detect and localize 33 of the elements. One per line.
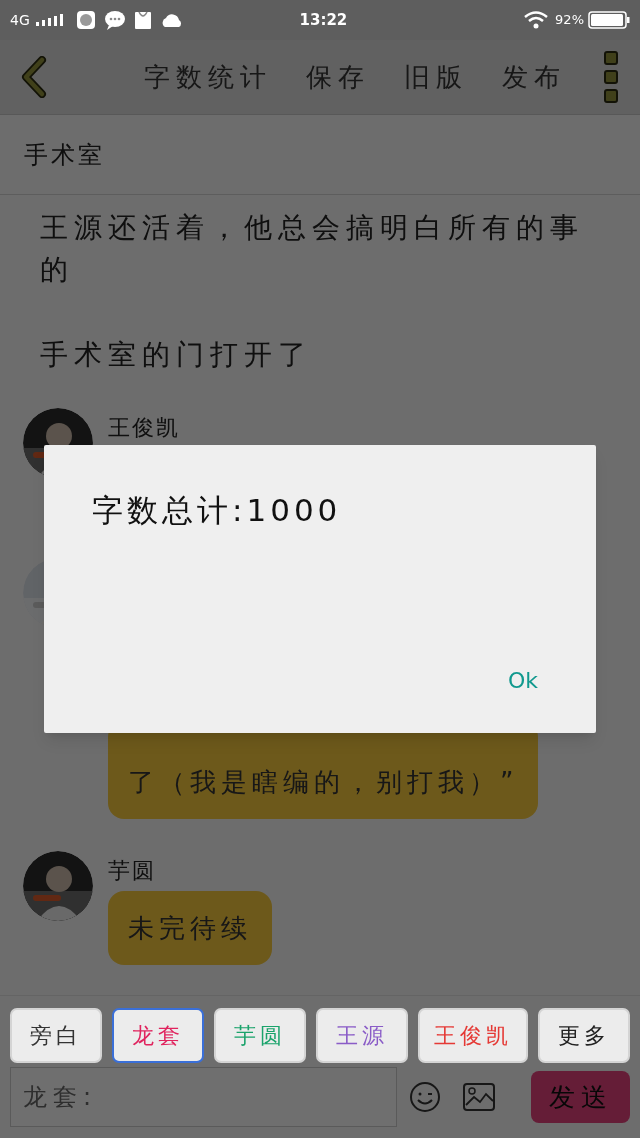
role-chip[interactable]: 旁白 <box>10 1008 102 1063</box>
chat-icon <box>103 10 126 30</box>
image-icon[interactable] <box>463 1083 495 1111</box>
message-input[interactable]: 龙套: <box>10 1067 397 1127</box>
toolbar-action[interactable]: 保存 <box>306 57 370 97</box>
back-icon <box>20 56 48 98</box>
speaker-name: 芋圆 <box>108 857 156 885</box>
role-chip[interactable]: 王源 <box>316 1008 408 1063</box>
wifi-icon <box>523 10 550 30</box>
clock-time: 13:22 <box>299 9 348 31</box>
role-chip[interactable]: 王俊凯 <box>418 1008 528 1063</box>
emoji-icon[interactable] <box>409 1081 441 1113</box>
narration-text: 手术室的门打开了 <box>40 337 313 373</box>
toolbar-action[interactable]: 字数统计 <box>144 57 272 97</box>
ok-button[interactable]: Ok <box>501 664 544 697</box>
app-icon <box>75 10 96 30</box>
message-bubble: 未完待续 <box>108 891 272 965</box>
speaker-name: 王俊凯 <box>108 414 180 442</box>
battery-icon <box>588 10 630 30</box>
role-chip[interactable]: 更多 <box>538 1008 630 1063</box>
dialog-message: 字数总计:1000 <box>92 491 342 530</box>
battery-percent: 92% <box>555 11 584 30</box>
chapter-title: 手术室 <box>24 139 105 171</box>
narration-text: 王源还活着，他总会搞明白所有的事的 <box>40 210 585 288</box>
network-type: 4G <box>10 10 30 30</box>
signal-icon <box>33 12 66 28</box>
bag-icon <box>133 10 152 30</box>
send-button[interactable]: 发送 <box>531 1071 630 1123</box>
toolbar-action[interactable]: 发布 <box>502 57 566 97</box>
more-menu-button[interactable] <box>604 51 618 103</box>
role-chip[interactable]: 龙套 <box>112 1008 204 1063</box>
toolbar-action[interactable]: 旧版 <box>404 57 468 97</box>
role-chip[interactable]: 芋圆 <box>214 1008 306 1063</box>
